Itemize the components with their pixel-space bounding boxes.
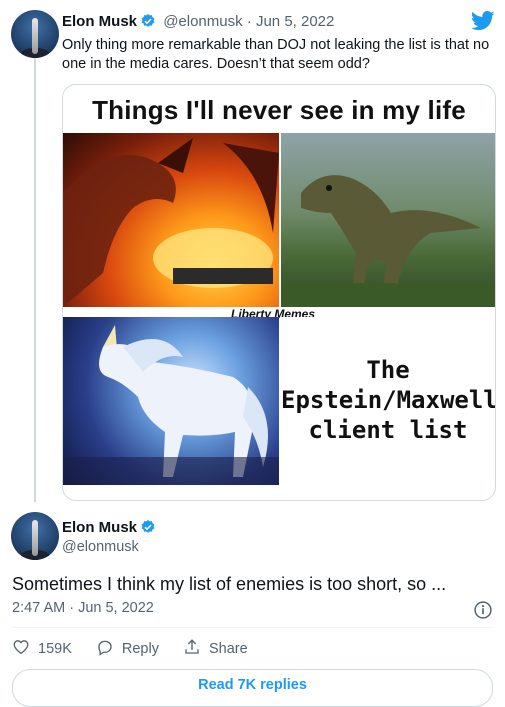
author-name[interactable]: Elon Musk [62, 13, 137, 30]
trex-image [281, 133, 495, 307]
reply-author-name[interactable]: Elon Musk [62, 518, 159, 540]
tweet-header: Elon Musk @elonmusk · Jun 5, 2022 [62, 12, 334, 35]
thread-connector [34, 58, 36, 502]
dragon-image [63, 133, 279, 307]
reply-author-name-text: Elon Musk [62, 519, 138, 536]
reply-author-handle[interactable]: @elonmusk [62, 538, 139, 557]
client-text-line-2: Epstein/Maxwell [281, 386, 496, 414]
tweet-text: Only thing more remarkable than DOJ not … [62, 37, 490, 72]
client-list-text: The Epstein/Maxwell client list [281, 355, 495, 445]
reply-text: Sometimes I think my list of enemies is … [12, 574, 447, 594]
tweet-date[interactable]: Jun 5, 2022 [256, 13, 334, 30]
verified-badge-icon [140, 13, 156, 35]
reply-button[interactable]: Reply [96, 638, 159, 660]
reply-avatar[interactable] [11, 512, 59, 560]
reply-label: Reply [121, 641, 159, 657]
client-text-line-1: The [366, 356, 410, 384]
tweet-media[interactable]: Things I'll never see in my life Liberty… [62, 84, 496, 501]
like-count: 159K [38, 641, 72, 657]
share-button[interactable]: Share [183, 638, 248, 660]
divider [12, 627, 493, 628]
read-replies-button[interactable]: Read 7K replies [12, 669, 493, 707]
reply-icon [96, 638, 122, 660]
like-button[interactable]: 159K [12, 638, 72, 660]
avatar[interactable] [11, 10, 59, 58]
reply-timestamp[interactable]: 2:47 AM · Jun 5, 2022 [12, 600, 154, 616]
twitter-bird-icon[interactable] [471, 10, 495, 37]
verified-badge-icon [140, 519, 156, 540]
unicorn-image [63, 317, 279, 485]
share-icon [183, 638, 209, 660]
share-label: Share [208, 641, 248, 657]
meme-title: Things I'll never see in my life [92, 95, 466, 125]
heart-icon [12, 638, 38, 660]
client-text-line-3: client list [308, 416, 468, 444]
separator: · [246, 13, 252, 30]
author-handle[interactable]: @elonmusk [163, 13, 242, 30]
info-icon[interactable] [473, 600, 493, 625]
action-bar: 159K Reply Share [12, 638, 272, 660]
